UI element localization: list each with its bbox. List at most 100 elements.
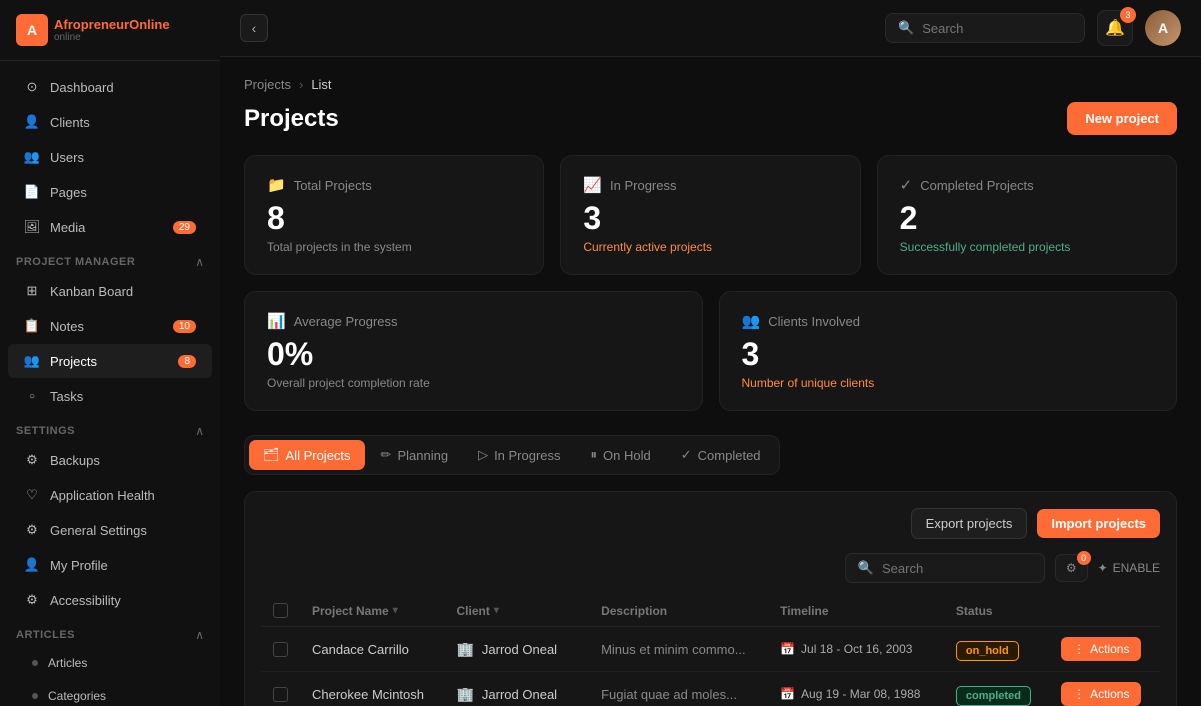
calendar-icon: 📅: [780, 642, 795, 656]
tab-on-hold[interactable]: ⏸ On Hold: [577, 440, 665, 470]
sidebar-item-label: Clients: [50, 115, 90, 130]
sort-icon: ▾: [494, 605, 499, 616]
sidebar-item-articles[interactable]: Articles: [8, 647, 212, 679]
sidebar-item-label: Backups: [50, 453, 100, 468]
sidebar-item-backups[interactable]: ⚙ Backups: [8, 443, 212, 477]
notes-badge: 10: [173, 320, 196, 333]
col-description-label: Description: [601, 604, 667, 618]
tab-all-projects[interactable]: 🗂 All Projects: [249, 440, 365, 470]
pages-icon: 📄: [24, 184, 40, 200]
pm-section-collapse[interactable]: ∧: [195, 255, 204, 269]
client-name: Jarrod Oneal: [482, 687, 557, 702]
clients-icon: 👤: [24, 114, 40, 130]
sidebar-item-categories[interactable]: Categories: [8, 680, 212, 706]
sidebar-item-clients[interactable]: 👤 Clients: [8, 105, 212, 139]
sidebar-item-label: Tasks: [50, 389, 83, 404]
client-icon: 🏢: [456, 641, 473, 658]
completed-value: 2: [900, 202, 1154, 234]
breadcrumb-current: List: [311, 77, 331, 92]
timeline-value: Jul 18 - Oct 16, 2003: [801, 642, 912, 656]
client-name: Jarrod Oneal: [482, 642, 557, 657]
cell-description: Minus et minim commo...: [589, 627, 768, 672]
breadcrumb-parent[interactable]: Projects: [244, 77, 291, 92]
actions-button[interactable]: ⋮ Actions: [1061, 682, 1141, 706]
sidebar-item-media[interactable]: 🖼 Media 29: [8, 210, 212, 244]
actions-label: Actions: [1090, 687, 1129, 701]
new-project-button[interactable]: New project: [1067, 102, 1177, 135]
sidebar-item-label: General Settings: [50, 523, 147, 538]
filter-button[interactable]: ⚙ 0: [1055, 554, 1088, 582]
avg-progress-label: Average Progress: [294, 314, 398, 329]
sidebar-item-kanban[interactable]: ⊞ Kanban Board: [8, 274, 212, 308]
cell-timeline: 📅 Aug 19 - Mar 08, 1988: [780, 687, 932, 701]
sidebar: A AfropreneurOnline online ⊙ Dashboard 👤…: [0, 0, 220, 706]
export-button[interactable]: Export projects: [911, 508, 1028, 539]
actions-ellipsis-icon: ⋮: [1073, 642, 1085, 656]
sidebar-item-notes[interactable]: 📋 Notes 10: [8, 309, 212, 343]
settings-section-label: Settings: [16, 425, 75, 437]
actions-button[interactable]: ⋮ Actions: [1061, 637, 1141, 661]
import-button[interactable]: Import projects: [1037, 509, 1160, 538]
page-header: Projects New project: [244, 102, 1177, 135]
sidebar-item-dashboard[interactable]: ⊙ Dashboard: [8, 70, 212, 104]
clients-involved-icon: 👥: [742, 312, 761, 330]
sidebar-toggle-button[interactable]: ‹: [240, 14, 268, 42]
table-search-row: 🔍 ⚙ 0 ✦ ENABLE: [261, 553, 1160, 583]
enable-button[interactable]: ✦ ENABLE: [1098, 561, 1160, 575]
tab-in-progress-icon: ▷: [478, 447, 488, 463]
tab-completed[interactable]: ✓ Completed: [667, 440, 775, 470]
general-icon: ⚙: [24, 522, 40, 538]
cell-client: 🏢 Jarrod Oneal: [456, 641, 577, 658]
stats-row-2: 📊 Average Progress 0% Overall project co…: [244, 291, 1177, 411]
tab-completed-icon: ✓: [681, 447, 692, 463]
notifications-button[interactable]: 🔔 3: [1097, 10, 1133, 46]
projects-icon: 👥: [24, 353, 40, 369]
col-client[interactable]: Client ▾: [456, 604, 577, 618]
stat-total-projects: 📁 Total Projects 8 Total projects in the…: [244, 155, 544, 275]
sidebar-item-app-health[interactable]: ♡ Application Health: [8, 478, 212, 512]
enable-label: ENABLE: [1113, 561, 1160, 575]
sidebar-item-tasks[interactable]: ○ Tasks: [8, 379, 212, 413]
notes-icon: 📋: [24, 318, 40, 334]
projects-table: Project Name ▾ Client ▾ Description Time…: [261, 595, 1160, 706]
app-health-icon: ♡: [24, 487, 40, 503]
tab-planning[interactable]: ✏ Planning: [367, 440, 463, 470]
in-progress-icon: 📈: [583, 176, 602, 194]
topbar: ‹ 🔍 🔔 3 A: [220, 0, 1201, 57]
col-project-name[interactable]: Project Name ▾: [312, 604, 432, 618]
select-all-checkbox[interactable]: [273, 603, 288, 618]
tab-completed-label: Completed: [698, 448, 761, 463]
avg-progress-icon: 📊: [267, 312, 286, 330]
tab-on-hold-label: On Hold: [603, 448, 651, 463]
table-row: Cherokee Mcintosh 🏢 Jarrod Oneal Fugiat …: [261, 672, 1160, 706]
articles-section-collapse[interactable]: ∧: [195, 628, 204, 642]
row-checkbox-0[interactable]: [273, 642, 288, 657]
project-tabs: 🗂 All Projects ✏ Planning ▷ In Progress …: [244, 435, 780, 475]
breadcrumb-separator: ›: [299, 77, 303, 92]
clients-involved-value: 3: [742, 338, 1155, 370]
settings-section-collapse[interactable]: ∧: [195, 424, 204, 438]
table-search-input[interactable]: [882, 561, 1032, 576]
total-projects-icon: 📁: [267, 176, 286, 194]
total-projects-value: 8: [267, 202, 521, 234]
sidebar-item-accessibility[interactable]: ⚙ Accessibility: [8, 583, 212, 617]
media-icon: 🖼: [24, 219, 40, 235]
stats-row-1: 📁 Total Projects 8 Total projects in the…: [244, 155, 1177, 275]
sidebar-item-pages[interactable]: 📄 Pages: [8, 175, 212, 209]
tab-in-progress[interactable]: ▷ In Progress: [464, 440, 574, 470]
sidebar-item-profile[interactable]: 👤 My Profile: [8, 548, 212, 582]
calendar-icon: 📅: [780, 687, 795, 701]
total-projects-label: Total Projects: [294, 178, 372, 193]
sidebar-item-projects[interactable]: 👥 Projects 8: [8, 344, 212, 378]
sidebar-item-users[interactable]: 👥 Users: [8, 140, 212, 174]
search-icon: 🔍: [898, 20, 914, 36]
row-checkbox-1[interactable]: [273, 687, 288, 702]
articles-section-header: Articles ∧: [0, 618, 220, 646]
page-content: Projects › List Projects New project 📁 T…: [220, 57, 1201, 706]
sidebar-item-general[interactable]: ⚙ General Settings: [8, 513, 212, 547]
sort-icon: ▾: [393, 605, 398, 616]
avatar[interactable]: A: [1145, 10, 1181, 46]
avg-progress-value: 0%: [267, 338, 680, 370]
sidebar-item-label: My Profile: [50, 558, 108, 573]
search-input[interactable]: [922, 21, 1072, 36]
